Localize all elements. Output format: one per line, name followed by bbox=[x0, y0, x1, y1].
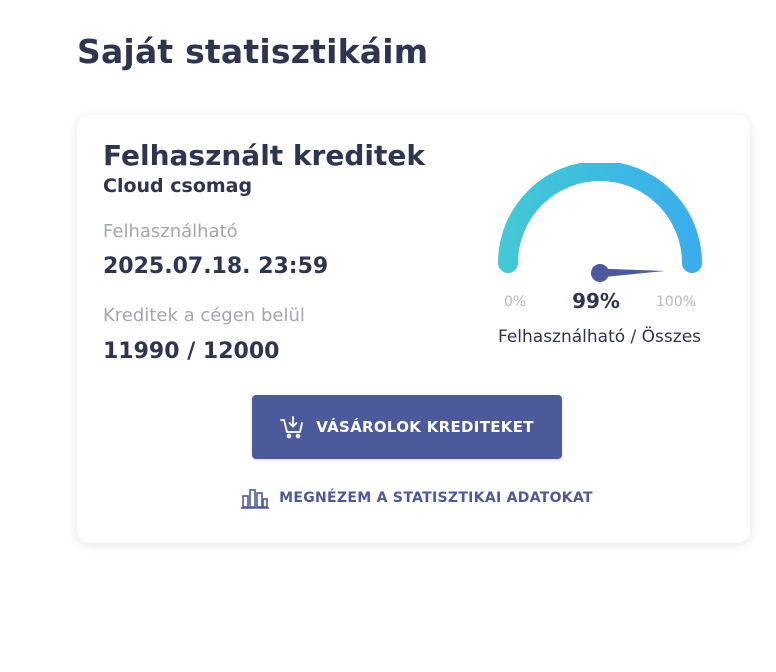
credits-value: 11990 / 12000 bbox=[103, 339, 280, 364]
view-statistics-label: MEGNÉZEM A STATISZTIKAI ADATOKAT bbox=[279, 490, 593, 506]
gauge-needle bbox=[599, 268, 665, 278]
gauge-caption: Felhasználható / Összes bbox=[497, 327, 702, 347]
gauge-arc bbox=[498, 163, 702, 273]
gauge-percent: 99% bbox=[572, 289, 620, 313]
cart-download-icon bbox=[280, 415, 306, 439]
gauge-max-label: 100% bbox=[656, 294, 697, 310]
gauge-graphic bbox=[498, 163, 702, 282]
gauge-min-label: 0% bbox=[504, 294, 527, 310]
usage-gauge: 0% 99% 100% Felhasználható / Összes bbox=[472, 163, 732, 353]
buy-credits-button[interactable]: VÁSÁROLOK KREDITEKET bbox=[252, 395, 562, 459]
package-name: Cloud csomag bbox=[103, 175, 253, 197]
credits-label: Kreditek a cégen belül bbox=[103, 305, 305, 326]
buy-credits-label: VÁSÁROLOK KREDITEKET bbox=[316, 418, 534, 436]
page-title: Saját statisztikáim bbox=[77, 32, 429, 71]
gauge-pivot bbox=[591, 264, 609, 282]
card-title: Felhasznált kreditek bbox=[103, 139, 425, 172]
credits-card: Felhasznált kreditek Cloud csomag Felhas… bbox=[77, 115, 750, 543]
expiry-value: 2025.07.18. 23:59 bbox=[103, 254, 329, 279]
view-statistics-link[interactable]: MEGNÉZEM A STATISZTIKAI ADATOKAT bbox=[207, 483, 627, 513]
expiry-label: Felhasználható bbox=[103, 221, 238, 242]
bar-chart-icon bbox=[241, 487, 270, 509]
